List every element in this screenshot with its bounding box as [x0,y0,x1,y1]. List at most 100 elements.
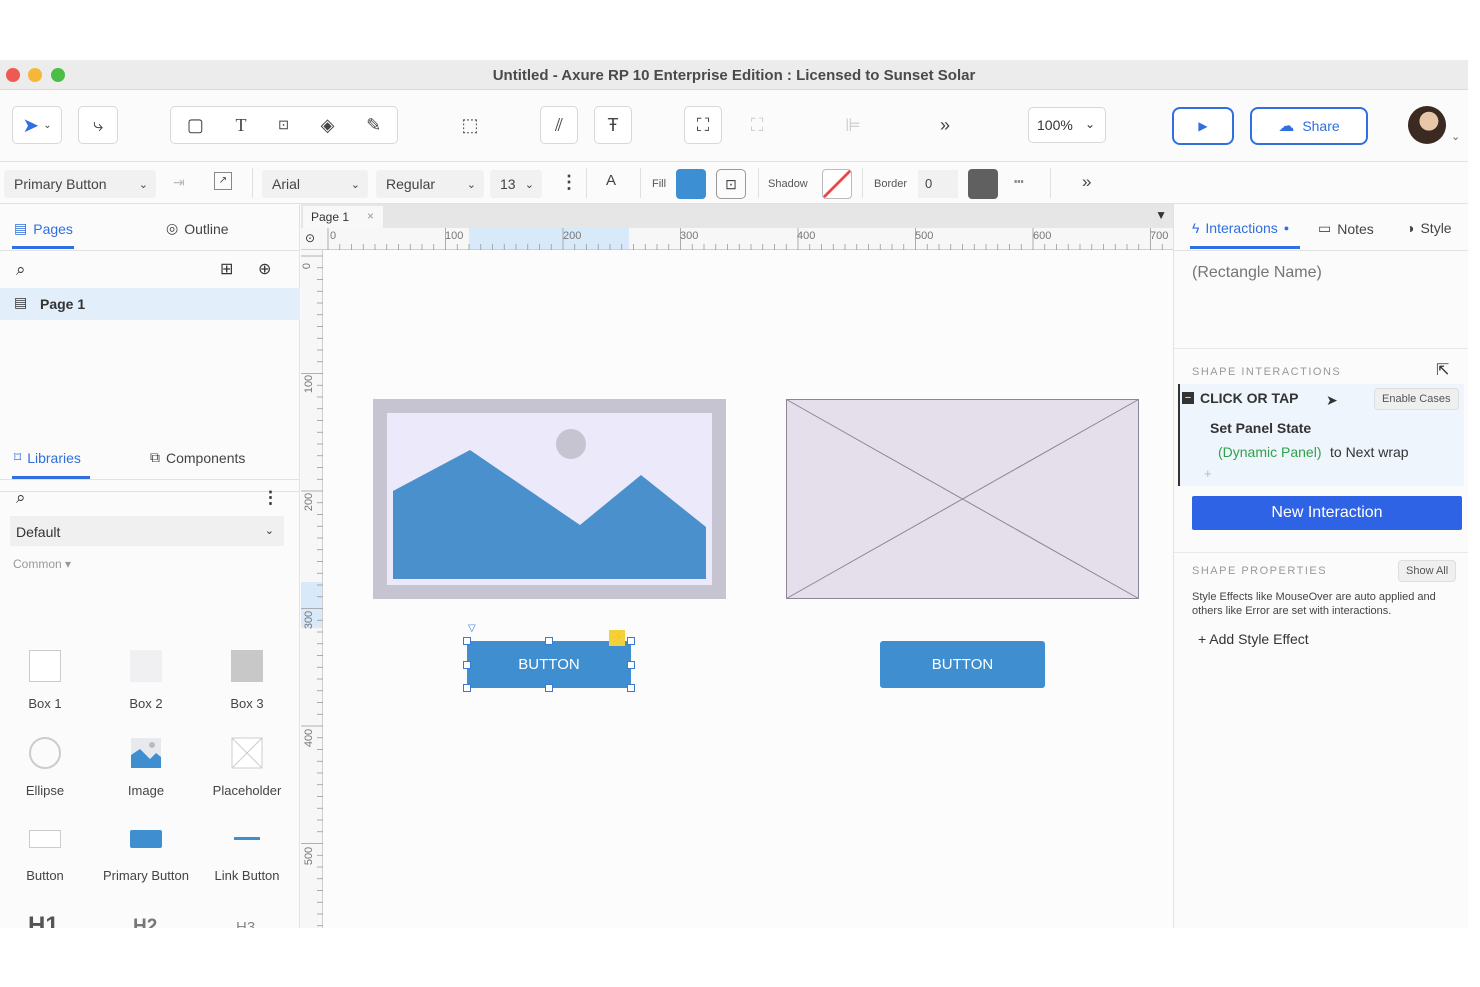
border-color-swatch[interactable] [968,169,998,199]
border-width-input[interactable]: 0 [918,170,958,198]
tab-notes[interactable]: ▭ Notes [1318,220,1374,237]
canvas-button-selected[interactable]: BUTTON [467,641,631,688]
tab-style[interactable]: ◑ Style [1406,220,1452,236]
ruler-label: 200 [563,230,582,242]
stylebar-overflow-button[interactable]: » [1082,172,1091,192]
widget-label: Box 2 [129,696,163,711]
add-style-effect-button[interactable]: + Add Style Effect [1198,631,1309,647]
more-options-icon[interactable]: ⋮ [262,488,279,508]
widget-ellipse[interactable]: Ellipse [0,737,95,798]
tab-interactions[interactable]: ϟ Interactions ● [1192,220,1289,236]
new-interaction-button[interactable]: New Interaction [1192,496,1462,530]
chevron-down-icon[interactable]: ⌄ [1451,130,1460,143]
widget-heading-3[interactable]: H3 [236,919,255,928]
pen-tool-icon[interactable]: ✎ [366,115,381,136]
share-button[interactable]: ☁ Share [1250,107,1368,145]
widget-label: Box 3 [230,696,264,711]
more-text-options-icon[interactable]: ⋮ [560,172,578,193]
edit-style-icon[interactable]: ↗ [214,172,232,190]
tab-components[interactable]: ⧉ Components [150,449,245,466]
tab-style-label: Style [1420,220,1452,236]
rotation-handle-icon[interactable]: ▽ [468,623,476,634]
action-label[interactable]: Set Panel State [1210,420,1311,436]
canvas-button[interactable]: BUTTON [880,641,1045,688]
library-select[interactable]: Default ⌄ [10,516,284,546]
search-icon[interactable]: ⌕ [16,488,26,508]
add-page-icon[interactable]: ⊞ [220,259,233,279]
group-button[interactable]: ⛶ [684,106,722,144]
event-label[interactable]: CLICK OR TAP [1200,390,1299,406]
page-item[interactable]: ▤ Page 1 [0,288,300,320]
point-edit-button[interactable]: ⬚ [452,106,488,144]
interaction-bolt-icon[interactable]: ⚡ [609,630,625,646]
fill-image-button[interactable]: ⊡ [716,169,746,199]
shadow-none-swatch[interactable] [822,169,852,199]
zoom-value: 100% [1037,117,1073,133]
align-icon: ⫽ [554,114,564,135]
text-color-button[interactable]: A [606,172,616,189]
widget-label: Placeholder [212,783,282,798]
common-group-toggle[interactable]: Common ▾ [13,557,71,571]
widget-button[interactable]: Button [0,830,95,883]
ruler-label: 700 [1150,230,1169,242]
preview-button[interactable]: ▶ [1172,107,1234,145]
distribute-button[interactable]: ⊫ [828,106,878,144]
tab-libraries[interactable]: ⌑ Libraries [14,449,81,466]
border-label: Border [874,178,908,190]
document-tab[interactable]: Page 1 × [303,206,383,228]
search-icon[interactable]: ⌕ [16,260,26,280]
show-all-button[interactable]: Show All [1398,560,1457,582]
widget-box-1[interactable]: Box 1 [0,650,95,711]
widget-box-3[interactable]: Box 3 [197,650,297,711]
pop-out-icon[interactable]: ⇱ [1436,360,1449,380]
canvas-image-widget[interactable] [373,399,726,599]
ruler-label: 300 [680,230,699,242]
widget-style-select[interactable]: Primary Button ⌄ [4,170,156,198]
add-action-button[interactable]: + [1204,466,1212,481]
widget-label: Box 1 [28,696,62,711]
connector-tool-button[interactable]: ⤷ [78,106,118,144]
enable-cases-button[interactable]: Enable Cases [1374,388,1459,410]
button-icon [29,830,61,848]
widget-placeholder[interactable]: Placeholder [197,737,297,798]
collapse-icon[interactable]: − [1182,392,1194,404]
app-window: Untitled - Axure RP 10 Enterprise Editio… [0,60,1468,928]
layers-tool-icon[interactable]: ◈ [321,115,335,136]
tabs-menu-icon[interactable]: ▼ [1155,208,1167,222]
add-folder-icon[interactable]: ⊕ [258,259,271,279]
shape-name-input[interactable] [1182,256,1460,290]
widget-heading-2[interactable]: H2 [133,916,157,928]
horizontal-ruler: 0 100 200 300 400 500 600 700 [321,228,1173,250]
tab-outline[interactable]: ◎ Outline [166,220,229,237]
widget-label: Image [127,783,165,798]
text-tool-icon[interactable]: T [235,115,246,136]
fill-color-swatch[interactable] [676,169,706,199]
border-style-icon[interactable]: ┅ [1014,172,1024,192]
action-target[interactable]: (Dynamic Panel) [1218,444,1321,460]
widget-tool-icon[interactable]: ⊡ [278,117,289,133]
select-tool-button[interactable]: ➤ ⌄ [12,106,62,144]
apply-style-icon[interactable]: ⇥ [173,174,185,191]
tab-pages[interactable]: ▤ Pages [14,220,73,237]
widget-heading-1[interactable]: H1 [28,912,59,928]
widget-link-button[interactable]: Link Button [197,830,297,883]
canvas-placeholder-widget[interactable] [786,399,1139,599]
font-size-value: 13 [500,176,516,192]
font-weight-select[interactable]: Regular ⌄ [376,170,484,198]
user-avatar[interactable] [1408,106,1446,144]
ungroup-button[interactable]: ⛶ [738,106,776,144]
align-bottom-button[interactable]: ⫽ [540,106,578,144]
close-tab-icon[interactable]: × [367,209,374,223]
widget-box-2[interactable]: Box 2 [96,650,196,711]
widget-primary-button[interactable]: Primary Button [96,830,196,883]
notes-icon: ▭ [1318,220,1332,236]
zoom-select[interactable]: 100% ⌄ [1028,107,1106,143]
rectangle-tool-icon[interactable]: ▢ [187,115,204,136]
widget-image[interactable]: Image [96,737,196,798]
text-format-button[interactable]: Ŧ [594,106,632,144]
tab-components-label: Components [166,449,246,466]
font-size-select[interactable]: 13 ⌄ [490,170,542,198]
text-format-icon: Ŧ [607,114,619,135]
toolbar-overflow-button[interactable]: » [930,106,960,144]
font-family-select[interactable]: Arial ⌄ [262,170,368,198]
